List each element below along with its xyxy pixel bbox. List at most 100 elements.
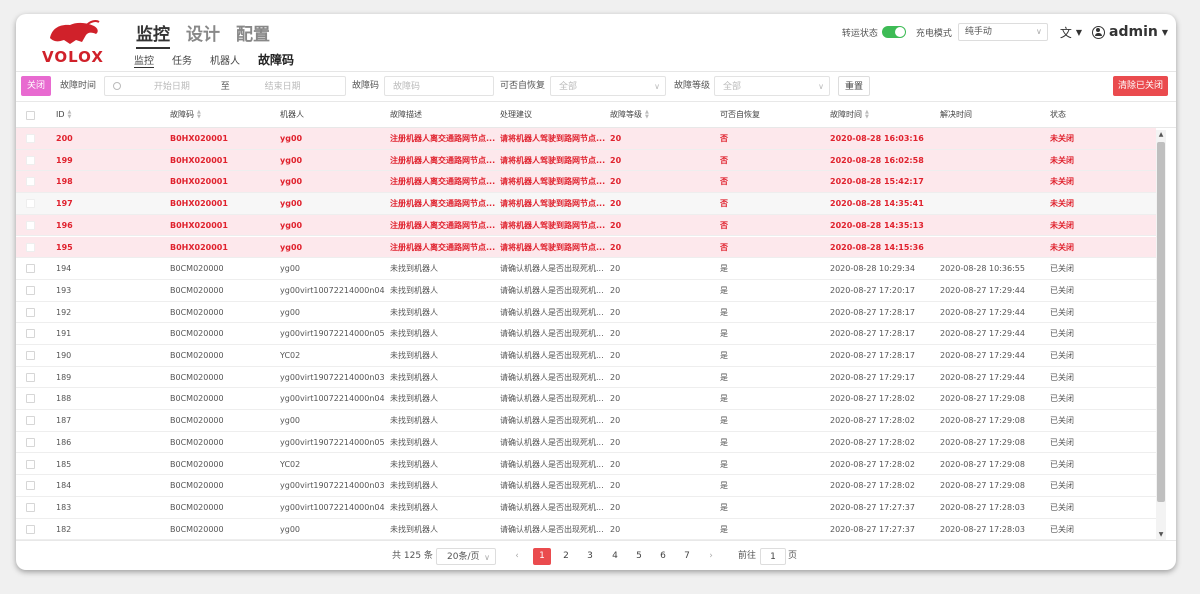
row-checkbox[interactable]	[26, 264, 35, 274]
table-row[interactable]: 182 B0CM020000 yg00 未找到机器人 请确认机器人是否出现死机... 20…	[16, 519, 1156, 540]
row-checkbox[interactable]	[26, 177, 35, 187]
user-caret-down-icon[interactable]: ▼	[1162, 28, 1168, 37]
row-checkbox[interactable]	[26, 459, 35, 469]
row-checkbox[interactable]	[26, 220, 35, 230]
table-row[interactable]: 191 B0CM020000 yg00virt19072214000n05 未找到机器…	[16, 323, 1156, 345]
row-checkbox[interactable]	[26, 394, 35, 404]
table-row[interactable]: 185 B0CM020000 YC02 未找到机器人 请确认机器人是否出现死机... 20…	[16, 454, 1156, 476]
page-7[interactable]: 7	[678, 548, 696, 565]
col-fault-code[interactable]: 故障码 ▲ ▼	[170, 102, 201, 128]
prev-page-icon[interactable]: ‹	[510, 548, 524, 565]
table-row[interactable]: 183 B0CM020000 yg00virt10072214000n04 未找到机器…	[16, 497, 1156, 519]
table-body: 200 B0HX020001 yg00 注册机器人离交通路网节点... 请将机器人驾驶到…	[16, 128, 1156, 540]
main-tab-design[interactable]: 设计	[186, 20, 220, 49]
cell-level: 20	[610, 220, 622, 230]
row-checkbox[interactable]	[26, 199, 35, 209]
page-6[interactable]: 6	[654, 548, 672, 565]
sort-icon[interactable]: ▲ ▼	[645, 109, 649, 120]
col-level[interactable]: 故障等级 ▲ ▼	[610, 102, 649, 128]
sub-tab-robots[interactable]: 机器人	[210, 52, 240, 67]
user-circle-icon[interactable]	[1092, 25, 1106, 39]
table-row[interactable]: 192 B0CM020000 yg00 未找到机器人 请确认机器人是否出现死机... 20…	[16, 302, 1156, 324]
recoverable-select[interactable]: 全部 ∨	[550, 76, 666, 96]
cell-recover: 是	[720, 264, 728, 274]
row-checkbox[interactable]	[26, 285, 35, 295]
col-fault-time[interactable]: 故障时间 ▲ ▼	[830, 102, 869, 128]
caret-down-icon[interactable]: ▼	[1076, 28, 1082, 37]
row-checkbox[interactable]	[26, 416, 35, 426]
row-checkbox[interactable]	[26, 372, 35, 382]
scroll-down-icon[interactable]: ▼	[1156, 530, 1166, 540]
main-tab-config[interactable]: 配置	[236, 20, 270, 49]
table-row[interactable]: 198 B0HX020001 yg00 注册机器人离交通路网节点... 请将机器人驾驶到…	[16, 171, 1156, 194]
table-row[interactable]: 188 B0CM020000 yg00virt10072214000n04 未找到机器…	[16, 388, 1156, 411]
volox-logo[interactable]: VOLOX	[34, 20, 112, 66]
sub-tab-tasks[interactable]: 任务	[172, 52, 192, 67]
table-row[interactable]: 200 B0HX020001 yg00 注册机器人离交通路网节点... 请将机器人驾驶到…	[16, 128, 1156, 150]
chevron-down-icon: ∨	[654, 82, 660, 91]
scroll-up-icon[interactable]: ▲	[1156, 130, 1166, 140]
cell-status: 已关闭	[1050, 394, 1074, 404]
page-size-select[interactable]: 20条/页 ∨	[436, 548, 496, 565]
cell-robot: yg00virt19072214000n05	[280, 437, 385, 447]
close-button[interactable]: 关闭	[21, 76, 51, 96]
page-3[interactable]: 3	[581, 548, 599, 565]
table-row[interactable]: 184 B0CM020000 yg00virt19072214000n03 未找到机器…	[16, 475, 1156, 497]
goto-page-input[interactable]: 1	[760, 548, 786, 565]
table-row[interactable]: 186 B0CM020000 yg00virt19072214000n05 未找到机器…	[16, 432, 1156, 454]
table-row[interactable]: 197 B0HX020001 yg00 注册机器人离交通路网节点... 请将机器人驾驶到…	[16, 193, 1156, 215]
sort-icon[interactable]: ▲ ▼	[68, 109, 72, 120]
row-checkbox[interactable]	[26, 437, 35, 447]
page-4[interactable]: 4	[606, 548, 624, 565]
charge-mode-select[interactable]: 纯手动 ∨	[957, 23, 1048, 41]
page-1[interactable]: 1	[533, 548, 551, 565]
main-tab-monitor[interactable]: 监控	[136, 20, 170, 49]
fault-level-select[interactable]: 全部 ∨	[714, 76, 830, 96]
cell-level: 20	[610, 481, 621, 491]
username[interactable]: admin	[1109, 24, 1158, 40]
table-row[interactable]: 195 B0HX020001 yg00 注册机器人离交通路网节点... 请将机器人驾驶到…	[16, 236, 1156, 259]
reset-button[interactable]: 重置	[838, 76, 870, 96]
scroll-thumb[interactable]	[1157, 142, 1165, 502]
translate-icon[interactable]: 文	[1060, 24, 1072, 41]
col-id[interactable]: ID ▲ ▼	[56, 102, 71, 128]
next-page-icon[interactable]: ›	[704, 548, 718, 565]
table-row[interactable]: 189 B0CM020000 yg00virt19072214000n03 未找到机器…	[16, 367, 1156, 389]
cell-recover: 是	[720, 372, 728, 382]
cell-id: 184	[56, 481, 72, 491]
row-checkbox[interactable]	[26, 242, 35, 252]
select-all-checkbox[interactable]	[26, 111, 35, 120]
cell-advice: 请将机器人驾驶到路网节点...	[500, 242, 606, 252]
clock-icon	[113, 82, 121, 90]
row-checkbox[interactable]	[26, 502, 35, 512]
page-2[interactable]: 2	[557, 548, 575, 565]
row-checkbox[interactable]	[26, 481, 35, 491]
tracking-toggle[interactable]	[881, 26, 906, 38]
clear-closed-button[interactable]: 清除已关闭	[1113, 76, 1168, 96]
table-row[interactable]: 199 B0HX020001 yg00 注册机器人离交通路网节点... 请将机器人驾驶到…	[16, 149, 1156, 172]
table-row[interactable]: 190 B0CM020000 YC02 未找到机器人 请确认机器人是否出现死机... 20…	[16, 345, 1156, 367]
sort-icon[interactable]: ▲ ▼	[197, 109, 201, 120]
table-row[interactable]: 196 B0HX020001 yg00 注册机器人离交通路网节点... 请将机器人驾驶到…	[16, 214, 1156, 237]
table-row[interactable]: 194 B0CM020000 yg00 未找到机器人 请确认机器人是否出现死机... 20…	[16, 258, 1156, 280]
sub-tab-monitor[interactable]: 监控	[134, 52, 154, 68]
table-scrollbar[interactable]: ▲ ▼	[1156, 130, 1166, 540]
cell-recover: 是	[720, 307, 728, 317]
fault-code-input[interactable]: 故障码	[384, 76, 494, 96]
table-row[interactable]: 193 B0CM020000 yg00virt10072214000n04 未找到机器…	[16, 280, 1156, 302]
cell-resolve: 2020-08-28 10:36:55	[940, 264, 1025, 274]
table-row[interactable]: 187 B0CM020000 yg00 未找到机器人 请确认机器人是否出现死机... 20…	[16, 410, 1156, 432]
row-checkbox[interactable]	[26, 134, 35, 143]
row-checkbox[interactable]	[26, 155, 35, 165]
page-5[interactable]: 5	[630, 548, 648, 565]
row-checkbox[interactable]	[26, 524, 35, 534]
cell-status: 已关闭	[1050, 285, 1074, 295]
fault-date-range[interactable]: 开始日期 至 结束日期	[104, 76, 346, 96]
row-checkbox[interactable]	[26, 307, 35, 317]
row-checkbox[interactable]	[26, 351, 35, 360]
row-checkbox[interactable]	[26, 329, 35, 339]
sub-nav: 监控 任务 机器人 故障码	[134, 51, 294, 68]
sort-icon[interactable]: ▲ ▼	[865, 109, 869, 120]
fault-code-placeholder: 故障码	[393, 82, 421, 92]
sub-tab-fault-codes[interactable]: 故障码	[258, 51, 294, 68]
